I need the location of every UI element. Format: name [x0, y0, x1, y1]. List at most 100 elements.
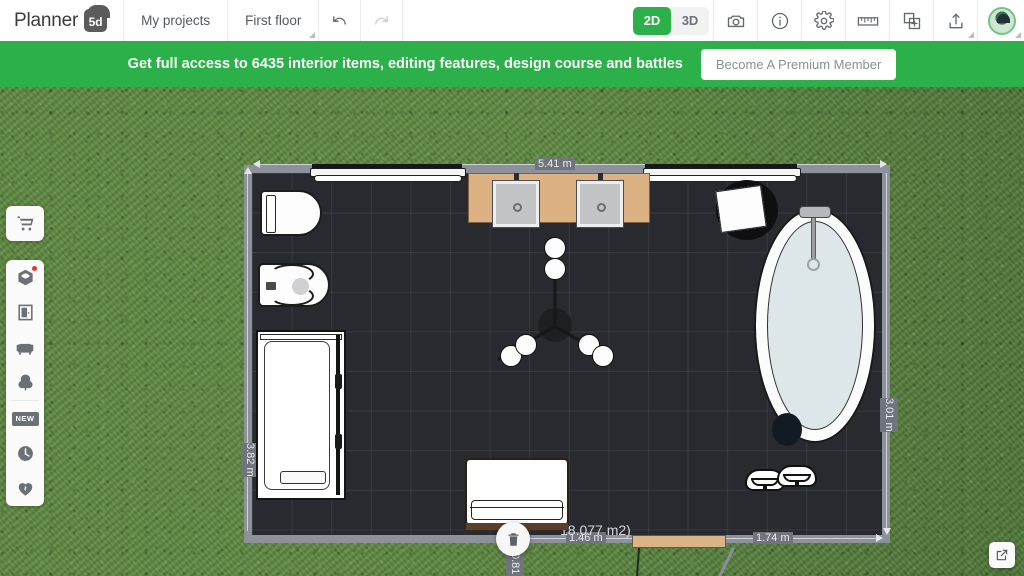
app-logo-text: Planner	[14, 9, 79, 31]
bidet-bowl	[292, 278, 309, 295]
window-right-glass[interactable]	[647, 175, 797, 182]
app-logo[interactable]: Planner 5d	[0, 0, 125, 41]
sink-left[interactable]	[492, 180, 540, 228]
corner-chair[interactable]	[716, 180, 778, 240]
bench-seam	[470, 507, 564, 508]
avatar	[988, 6, 1016, 35]
guide-wire-1	[631, 547, 640, 576]
furniture-icon	[16, 343, 34, 355]
plants-icon	[17, 374, 33, 391]
sidebar-item-furniture[interactable]	[6, 330, 44, 365]
slipper-right[interactable]	[777, 461, 817, 491]
lamp-bulb-2	[544, 258, 566, 280]
dim-bottom-arrow-right	[876, 534, 883, 542]
bathtub[interactable]	[754, 206, 876, 443]
favorites-icon	[18, 483, 32, 496]
info-button[interactable]	[757, 0, 801, 41]
info-icon	[771, 12, 788, 29]
history-icon	[17, 446, 33, 461]
sidebar-group-tools: NEW	[6, 260, 44, 506]
sink-right-drain	[597, 203, 606, 212]
wall-left[interactable]	[244, 165, 252, 535]
become-premium-member-button[interactable]: Become A Premium Member	[700, 48, 897, 80]
premium-banner-text: Get full access to 6435 interior items, …	[127, 56, 683, 72]
gear-icon	[813, 10, 834, 30]
window-left-glass[interactable]	[314, 175, 462, 182]
cart-icon	[17, 216, 33, 231]
app-logo-badge-text: 5d	[88, 15, 103, 29]
sidebar-item-doors-windows[interactable]	[6, 295, 44, 330]
construction-icon	[17, 269, 33, 286]
account-button[interactable]	[977, 0, 1024, 41]
premium-banner: Get full access to 6435 interior items, …	[0, 41, 1024, 87]
lamp-bulb-1	[544, 237, 566, 259]
sidebar-item-recent[interactable]	[6, 436, 44, 471]
camera-icon	[727, 15, 744, 27]
redo-button[interactable]	[361, 0, 404, 41]
guide-wire-2	[679, 547, 735, 576]
sink-left-drain	[513, 203, 522, 212]
bench[interactable]	[465, 458, 569, 530]
shower-door	[336, 335, 340, 495]
dim-top-label[interactable]: 5.41 m	[535, 158, 575, 170]
entry-door[interactable]	[632, 535, 726, 548]
sidebar-item-favorites[interactable]	[6, 471, 44, 506]
sidebar-group-shop	[6, 206, 44, 241]
bathtub-towel[interactable]	[772, 413, 802, 446]
mode-3d-button[interactable]: 3D	[671, 7, 709, 35]
shower-tray	[280, 471, 326, 484]
nav-first-floor[interactable]: First floor	[228, 0, 320, 41]
room-area-label: 18.077 m2)	[560, 522, 631, 538]
dim-bottom-right-label[interactable]: 1.74 m	[753, 532, 793, 544]
share-icon	[949, 12, 962, 28]
delete-object-button[interactable]	[496, 522, 530, 556]
expand-view-button[interactable]	[989, 542, 1015, 568]
bench-cushion	[471, 500, 563, 520]
shower-handle-upper	[335, 374, 342, 389]
dim-top-arrow-left	[253, 160, 260, 168]
dim-right-arrow-down	[883, 528, 891, 535]
slipper-right-toe	[795, 480, 799, 487]
shower-cabin[interactable]	[256, 330, 346, 500]
sidebar-item-plants[interactable]	[6, 365, 44, 400]
chevron-corner-icon	[1015, 32, 1021, 38]
bathtub-spout	[811, 213, 816, 259]
dim-left-line	[247, 173, 248, 531]
nav-first-floor-label: First floor	[245, 13, 302, 28]
bathtub-drain	[807, 258, 820, 271]
sidebar-item-construction[interactable]	[6, 260, 44, 295]
nav-my-projects-label: My projects	[141, 13, 211, 28]
expand-icon	[996, 549, 1008, 561]
undo-button[interactable]	[319, 0, 362, 41]
nav-my-projects[interactable]: My projects	[124, 0, 229, 41]
shower-handle-lower	[335, 434, 342, 449]
mode-2d-button[interactable]: 2D	[633, 6, 671, 35]
notification-badge	[32, 266, 37, 271]
redo-icon	[375, 16, 389, 25]
toilet[interactable]	[260, 190, 322, 236]
sink-right[interactable]	[576, 180, 624, 228]
settings-button[interactable]	[801, 0, 845, 41]
sidebar-item-shop[interactable]	[6, 206, 44, 241]
trash-icon	[508, 532, 518, 546]
door-icon	[17, 304, 33, 321]
top-toolbar: Planner 5d My projects First floor 2D 3D	[0, 0, 1024, 41]
view-mode-toggle[interactable]: 2D 3D	[633, 6, 709, 35]
duplicate-button[interactable]	[889, 0, 933, 41]
bidet[interactable]	[258, 263, 330, 307]
camera-button[interactable]	[713, 0, 757, 41]
measure-button[interactable]	[845, 0, 889, 41]
lamp-bulb-6	[592, 345, 614, 367]
bathtub-taps	[799, 206, 831, 218]
chevron-corner-icon	[309, 32, 316, 38]
dim-right-line	[886, 173, 887, 531]
shower-enclosure	[264, 341, 330, 490]
bidet-tap	[266, 282, 276, 290]
floor-plan-canvas[interactable]: NEW 5.41 m 3.82 m 3.01 m 1.46 m 1.74 m 1…	[0, 87, 1024, 576]
share-button[interactable]	[933, 0, 977, 41]
sidebar-item-new[interactable]: NEW	[6, 401, 44, 436]
dim-drop-label[interactable]: 0.81 m	[506, 553, 524, 576]
shower-top-rail	[260, 334, 342, 340]
dim-right-label[interactable]: 3.01 m	[880, 398, 898, 432]
